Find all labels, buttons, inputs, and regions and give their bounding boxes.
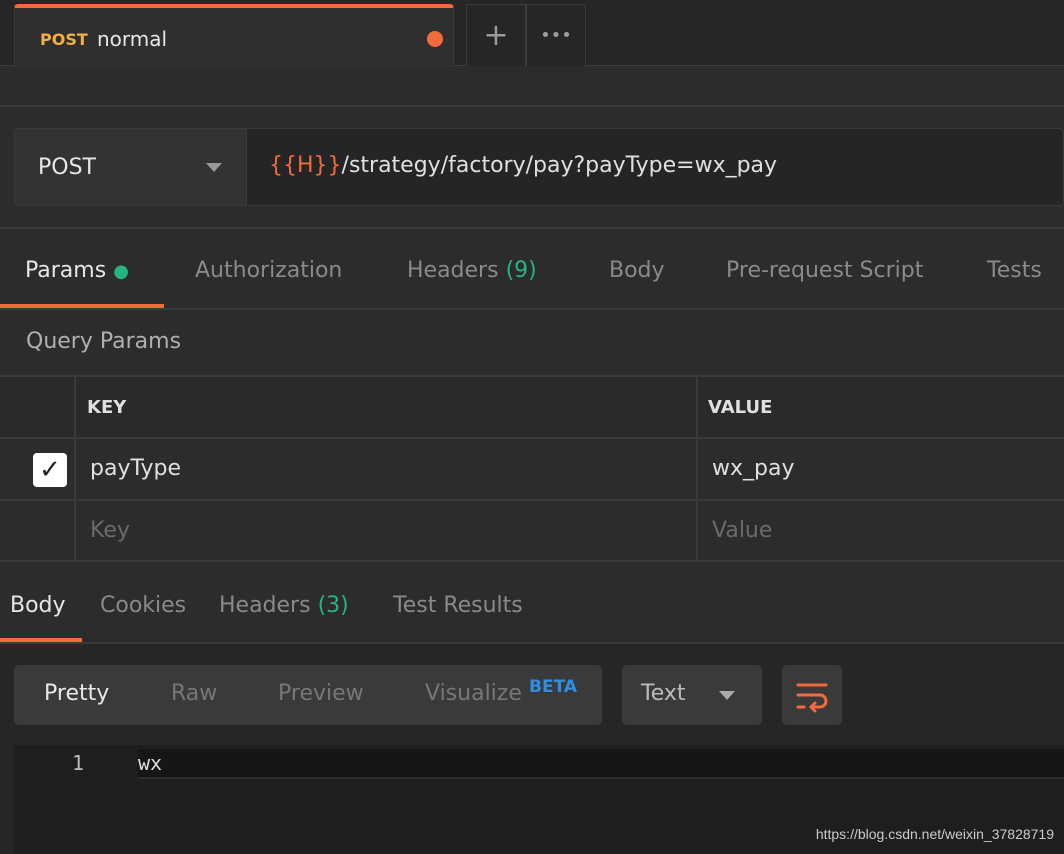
section-title: Query Params [26, 329, 182, 354]
param-key[interactable]: payType [90, 456, 181, 481]
method-label: POST [38, 154, 96, 180]
param-value[interactable]: wx_pay [712, 456, 794, 481]
key-placeholder[interactable]: Key [90, 518, 130, 543]
line-number: 1 [72, 751, 85, 775]
caret-down-icon [719, 691, 735, 700]
tab-label: Headers [407, 258, 499, 283]
headers-count: (9) [505, 258, 537, 283]
divider [696, 377, 698, 561]
column-key: KEY [87, 397, 127, 418]
tab-response-body[interactable]: Body [10, 593, 66, 618]
column-value: VALUE [708, 397, 773, 418]
divider [74, 377, 76, 561]
tab-label: Headers [219, 593, 311, 618]
method-select[interactable]: POST [15, 129, 247, 205]
tab-test-results[interactable]: Test Results [393, 593, 523, 618]
tab-pre-request-script[interactable]: Pre-request Script [726, 258, 923, 283]
mode-pretty[interactable]: Pretty [44, 681, 109, 706]
new-tab-button[interactable]: + [466, 4, 526, 66]
tab-name: normal [97, 27, 168, 51]
response-tabs: Body Cookies Headers (3) Test Results [0, 593, 1064, 623]
watermark: https://blog.csdn.net/weixin_37828719 [815, 826, 1054, 842]
tab-headers[interactable]: Headers (9) [407, 258, 537, 283]
divider [0, 227, 1064, 229]
unsaved-dot-icon [427, 31, 443, 47]
mode-raw[interactable]: Raw [171, 681, 217, 706]
active-line [138, 749, 1064, 779]
format-select[interactable]: Text [622, 665, 762, 725]
view-mode-selector: Pretty Raw Preview Visualize BETA [14, 665, 602, 725]
checkbox-checked-icon[interactable]: ✓ [33, 453, 67, 487]
table-row-empty: Key Value [0, 499, 1064, 562]
divider [0, 308, 1064, 310]
tab-label: Params [25, 258, 107, 283]
table-row: ✓ payType wx_pay [0, 437, 1064, 500]
url-variable: {{H}} [269, 153, 342, 178]
mode-preview[interactable]: Preview [278, 681, 364, 706]
caret-down-icon [206, 163, 222, 172]
url-path: /strategy/factory/pay?payType=wx_pay [341, 153, 778, 178]
beta-badge: BETA [529, 677, 578, 697]
value-placeholder[interactable]: Value [712, 518, 772, 543]
wrap-lines-icon [796, 683, 828, 713]
line-text: wx [138, 751, 163, 775]
more-tabs-button[interactable]: ••• [526, 4, 586, 66]
url-bar: POST {{H}}/strategy/factory/pay?payType=… [14, 128, 1064, 206]
tab-params[interactable]: Params ● [25, 258, 129, 283]
params-dot-icon: ● [113, 261, 129, 282]
tab-authorization[interactable]: Authorization [195, 258, 342, 283]
tab-body[interactable]: Body [609, 258, 665, 283]
tab-tests[interactable]: Tests [987, 258, 1042, 283]
format-label: Text [641, 681, 686, 706]
headers-count: (3) [317, 593, 349, 618]
mode-visualize[interactable]: Visualize [425, 681, 522, 706]
divider [0, 105, 1064, 107]
request-tabs: Params ● Authorization Headers (9) Body … [0, 258, 1064, 288]
tab-method: POST [40, 30, 88, 49]
url-input[interactable]: {{H}}/strategy/factory/pay?payType=wx_pa… [269, 153, 777, 178]
wrap-lines-button[interactable] [782, 665, 842, 725]
tab-cookies[interactable]: Cookies [100, 593, 186, 618]
request-tab[interactable]: POST normal [14, 4, 454, 67]
tab-response-headers[interactable]: Headers (3) [219, 593, 349, 618]
params-header-row: KEY VALUE [0, 375, 1064, 439]
